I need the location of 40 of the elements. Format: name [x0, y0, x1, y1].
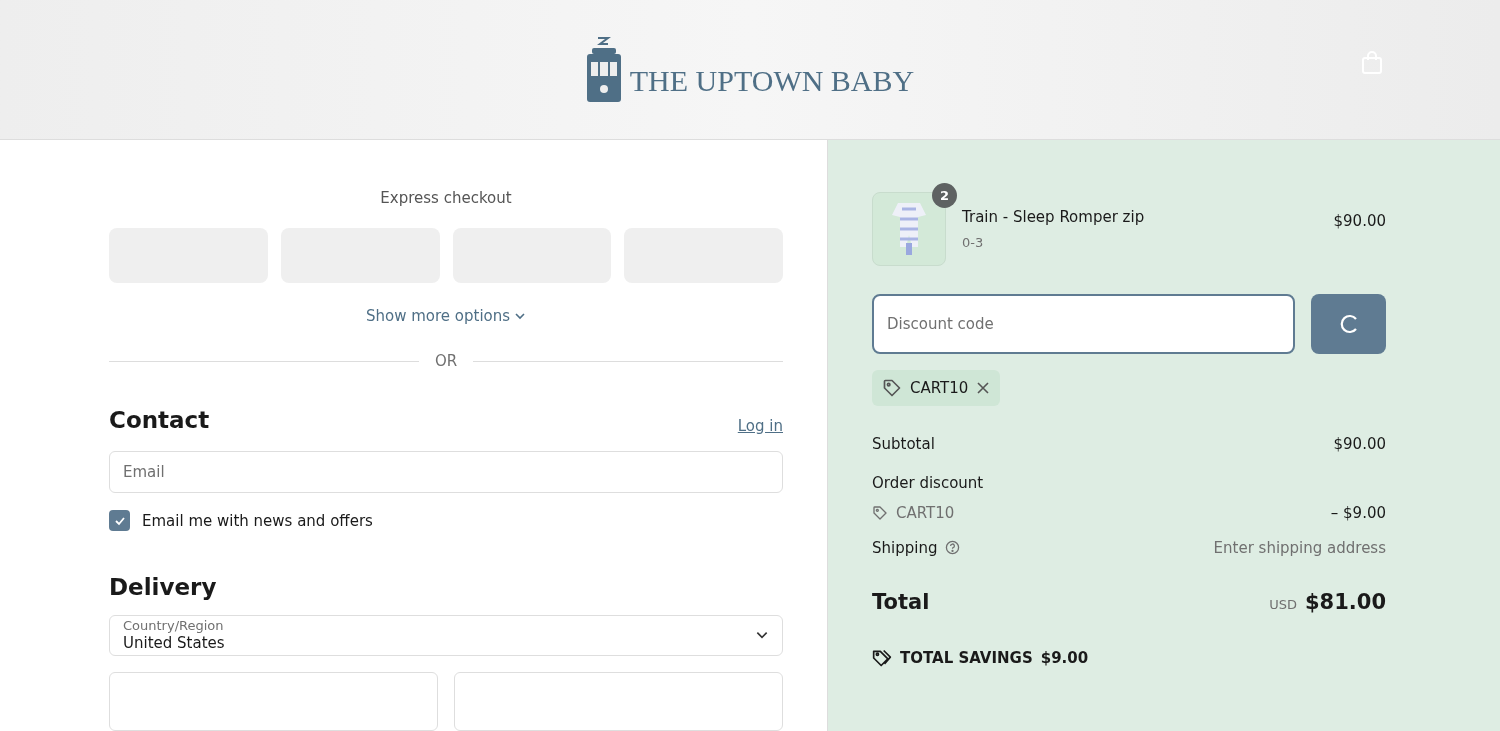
quantity-badge: 2 — [932, 183, 957, 208]
tag-icon — [872, 505, 888, 522]
show-more-options-button[interactable]: Show more options — [365, 304, 527, 327]
brand-name: THE UPTOWN BABY — [629, 65, 915, 96]
total-value: $81.00 — [1304, 589, 1386, 616]
subtotal-label: Subtotal — [872, 434, 935, 455]
product-name: Train - Sleep Romper zip — [962, 207, 1146, 228]
last-name-field[interactable] — [454, 672, 783, 731]
tram-logo-icon — [585, 35, 622, 104]
tag-icon — [882, 378, 902, 398]
order-discount-value: – $9.00 — [1330, 503, 1386, 524]
total-savings-label: TOTAL SAVINGS — [900, 647, 1033, 669]
express-checkout-title: Express checkout — [380, 188, 512, 209]
subtotal-value: $90.00 — [1333, 434, 1386, 455]
first-name-field[interactable] — [109, 672, 438, 731]
newsletter-label: Email me with news and offers — [142, 510, 373, 532]
log-in-link[interactable]: Log in — [737, 414, 783, 437]
or-divider-text: OR — [434, 351, 458, 372]
discount-code-text: CART10 — [910, 377, 969, 399]
order-discount-code: CART10 — [896, 503, 955, 524]
newsletter-checkbox[interactable] — [109, 510, 130, 532]
contact-heading: Contact — [109, 405, 210, 435]
country-select[interactable]: Country/Region United States — [109, 614, 783, 656]
currency-code: USD — [1269, 596, 1297, 614]
total-savings-value: $9.00 — [1040, 647, 1089, 669]
apply-discount-button[interactable] — [1311, 294, 1386, 354]
country-label: Country/Region — [123, 617, 225, 634]
close-icon[interactable] — [976, 381, 991, 395]
email-field[interactable]: Email — [109, 451, 783, 493]
delivery-heading: Delivery — [109, 573, 218, 602]
tags-icon — [872, 647, 892, 668]
order-discount-label: Order discount — [872, 472, 985, 494]
help-icon[interactable] — [945, 540, 961, 556]
shipping-label: Shipping — [872, 537, 938, 559]
discount-code-field[interactable]: Discount code — [872, 294, 1295, 354]
country-value: United States — [123, 634, 225, 653]
total-label: Total — [872, 589, 930, 616]
product-price: $90.00 — [1333, 211, 1386, 232]
product-variant: 0-3 — [962, 233, 985, 252]
shipping-value: Enter shipping address — [1213, 537, 1386, 559]
